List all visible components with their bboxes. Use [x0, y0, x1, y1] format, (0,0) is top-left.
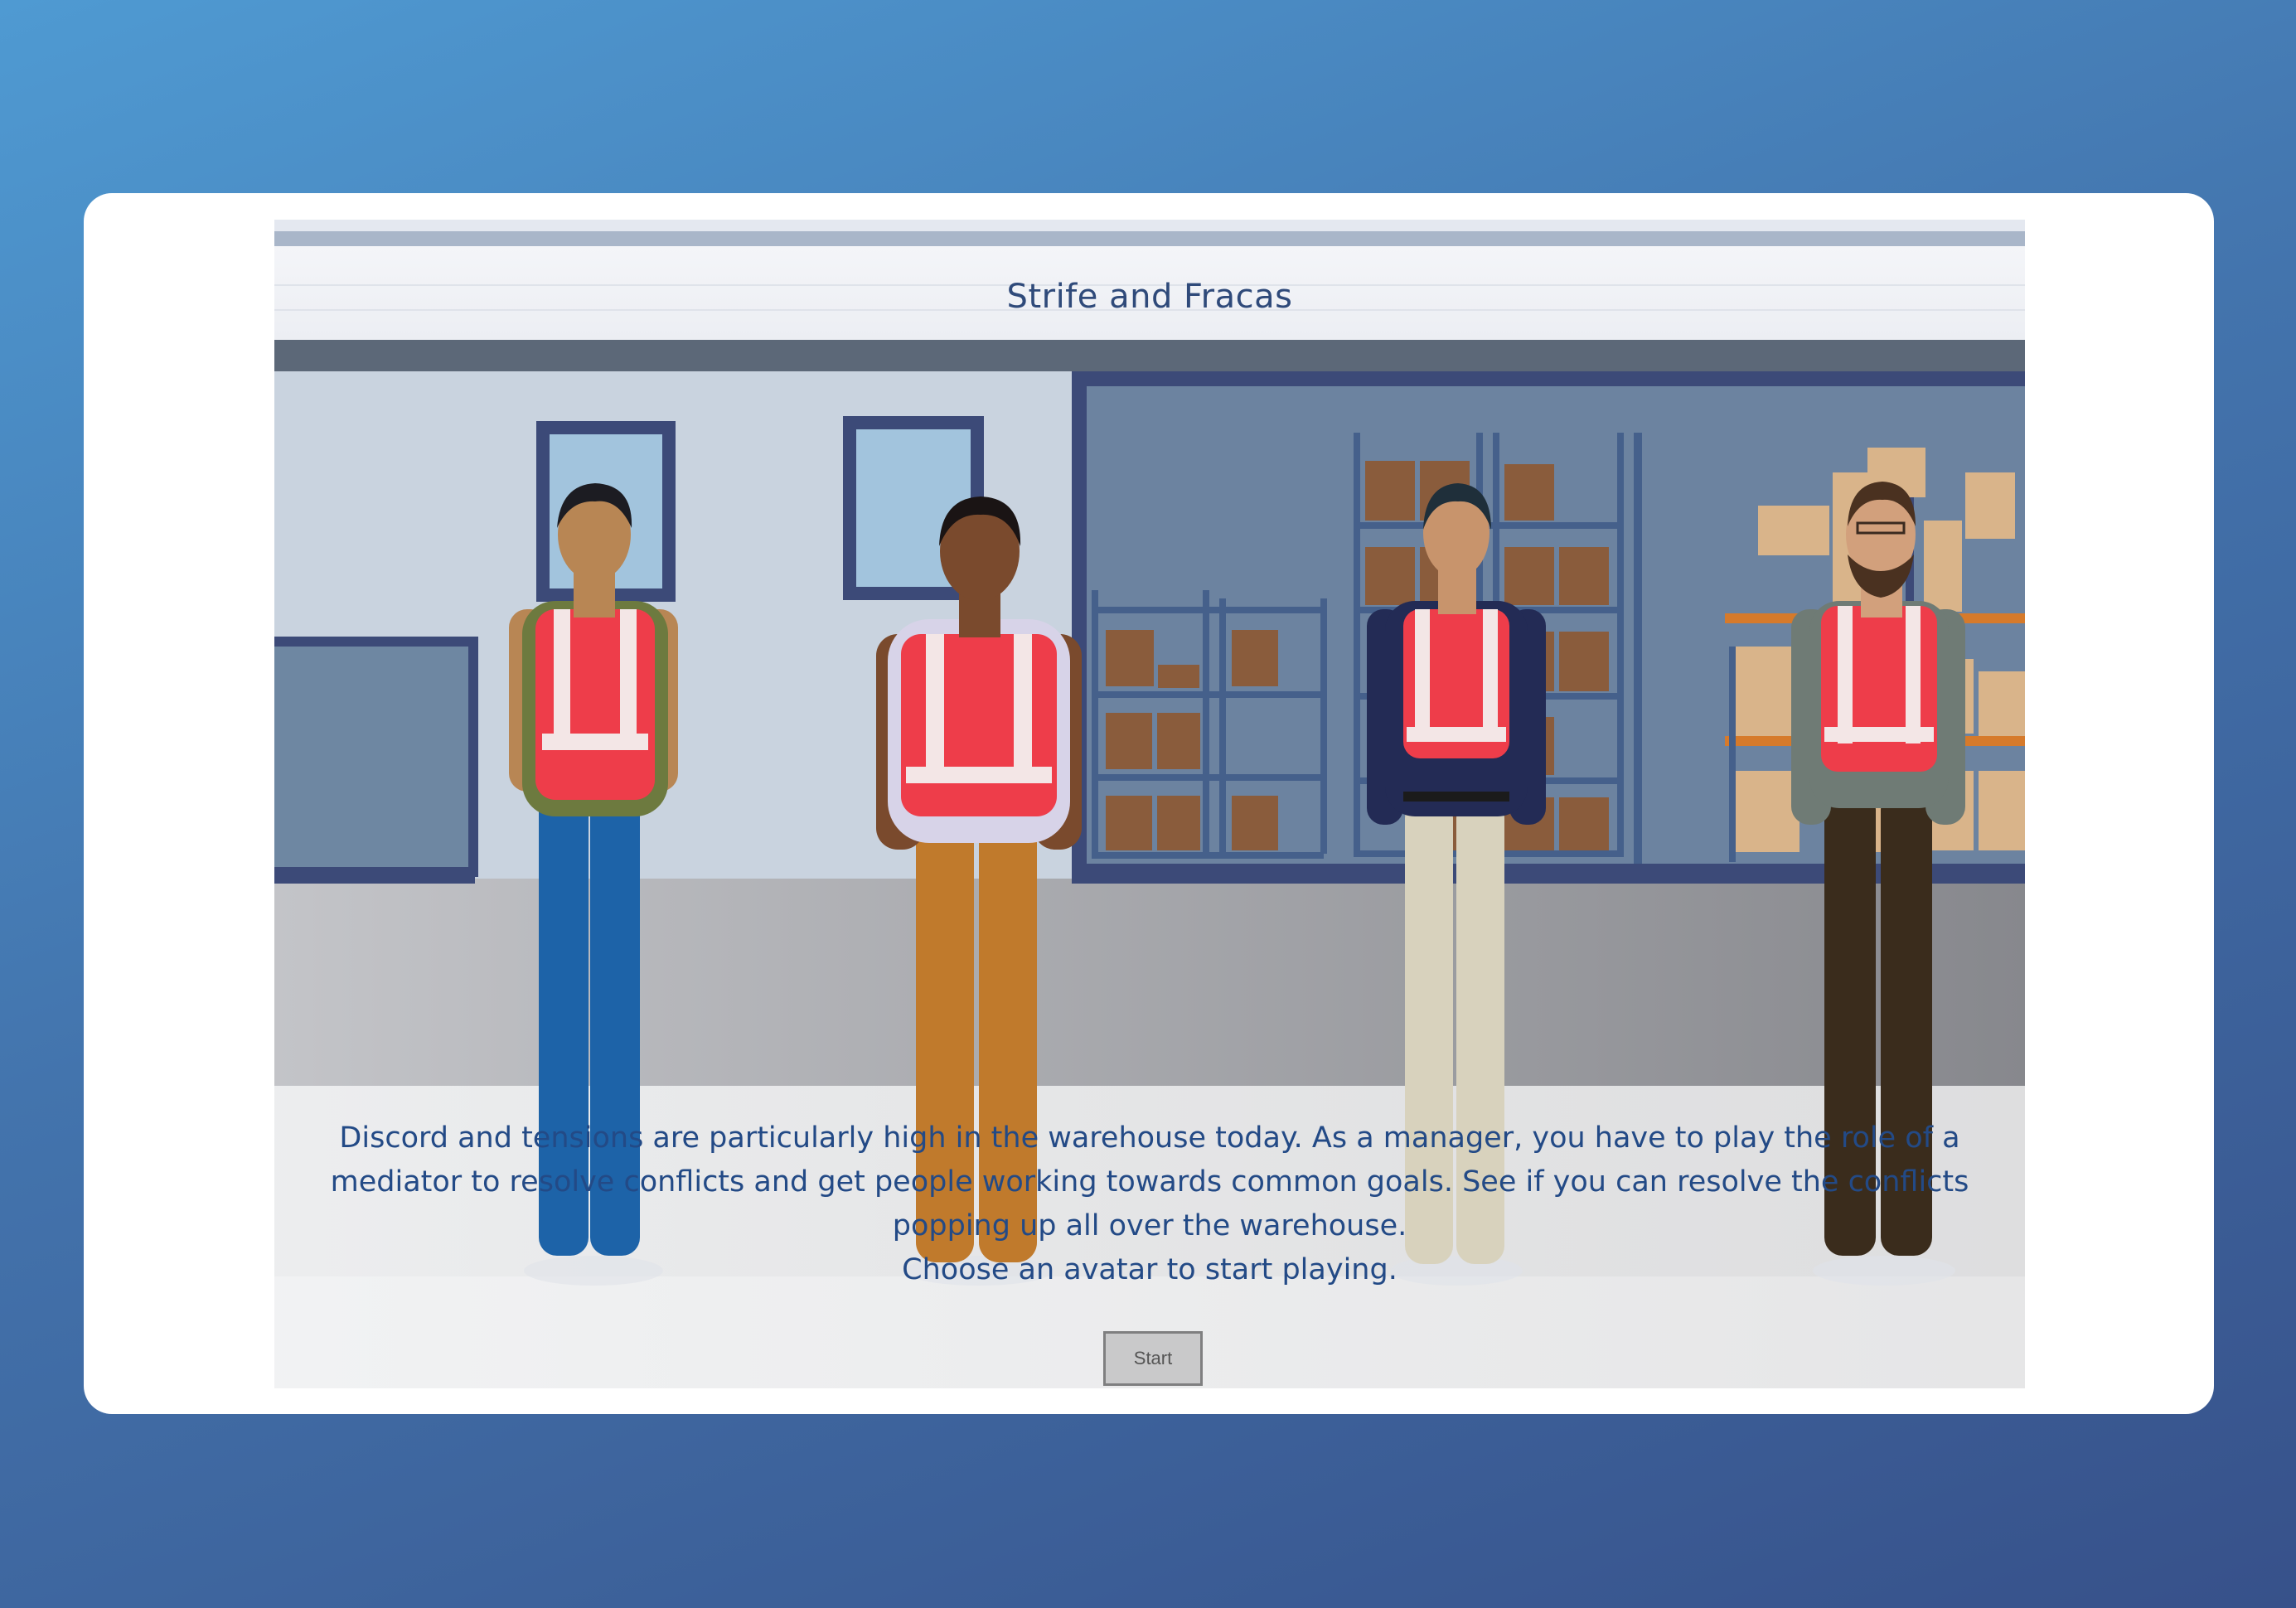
description-line: Discord and tensions are particularly hi…	[339, 1121, 1960, 1155]
start-button[interactable]: Start	[1103, 1331, 1203, 1386]
game-stage: Strife and Fracas Discord and tensions a…	[274, 220, 2025, 1388]
game-description: Discord and tensions are particularly hi…	[324, 1116, 1975, 1292]
avatar-prompt: Choose an avatar to start playing.	[902, 1253, 1397, 1286]
description-line: popping up all over the warehouse.	[892, 1209, 1407, 1242]
description-line: mediator to resolve conflicts and get pe…	[330, 1165, 1969, 1199]
game-card: Strife and Fracas Discord and tensions a…	[84, 193, 2214, 1414]
